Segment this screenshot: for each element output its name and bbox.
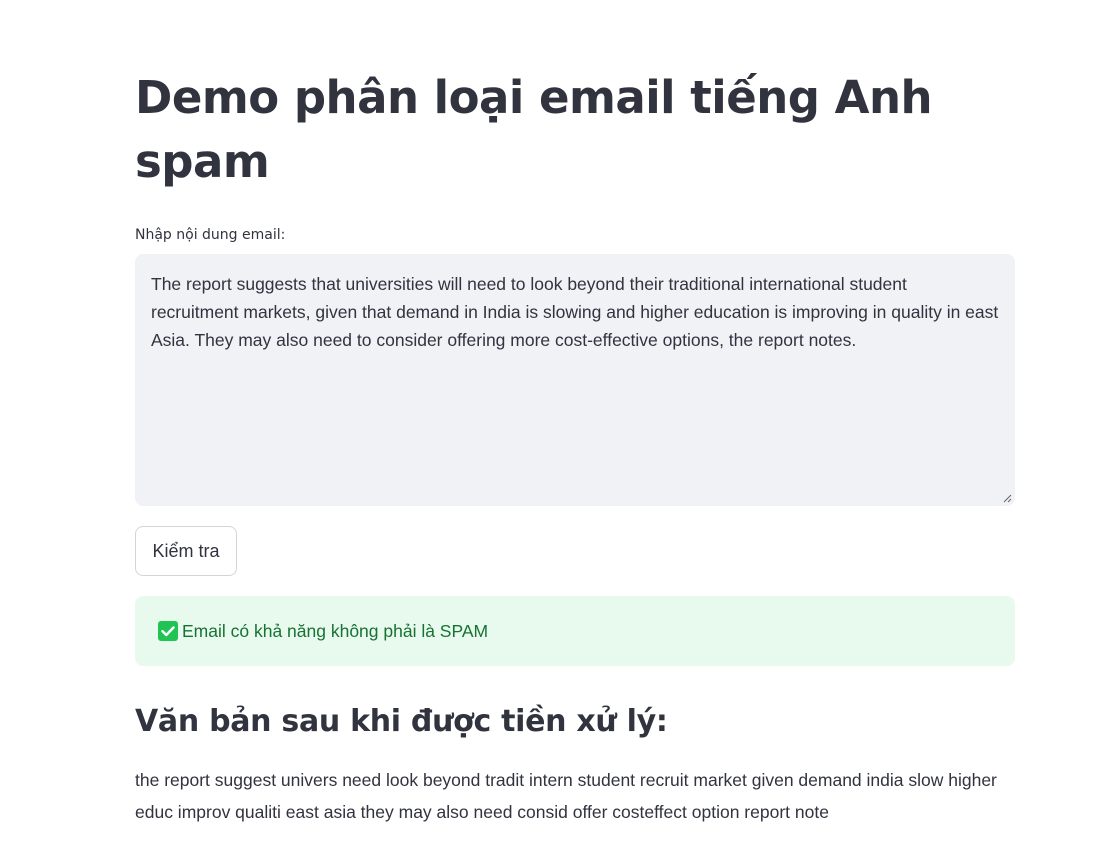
result-message: Email có khả năng không phải là SPAM [182, 620, 489, 641]
resize-handle-icon[interactable] [1002, 493, 1012, 503]
email-textarea[interactable]: The report suggests that universities wi… [151, 270, 999, 490]
result-alert: Email có khả năng không phải là SPAM [135, 596, 1015, 666]
email-textarea-container: The report suggests that universities wi… [135, 254, 1015, 506]
check-button[interactable]: Kiểm tra [135, 526, 237, 576]
processed-text: the report suggest univers need look bey… [135, 770, 997, 822]
processed-heading: Văn bản sau khi được tiền xử lý: [135, 704, 668, 739]
check-box-icon [158, 621, 178, 641]
email-input-label: Nhập nội dung email: [135, 227, 286, 243]
page-title: Demo phân loại email tiếng Anh spam [135, 71, 933, 188]
